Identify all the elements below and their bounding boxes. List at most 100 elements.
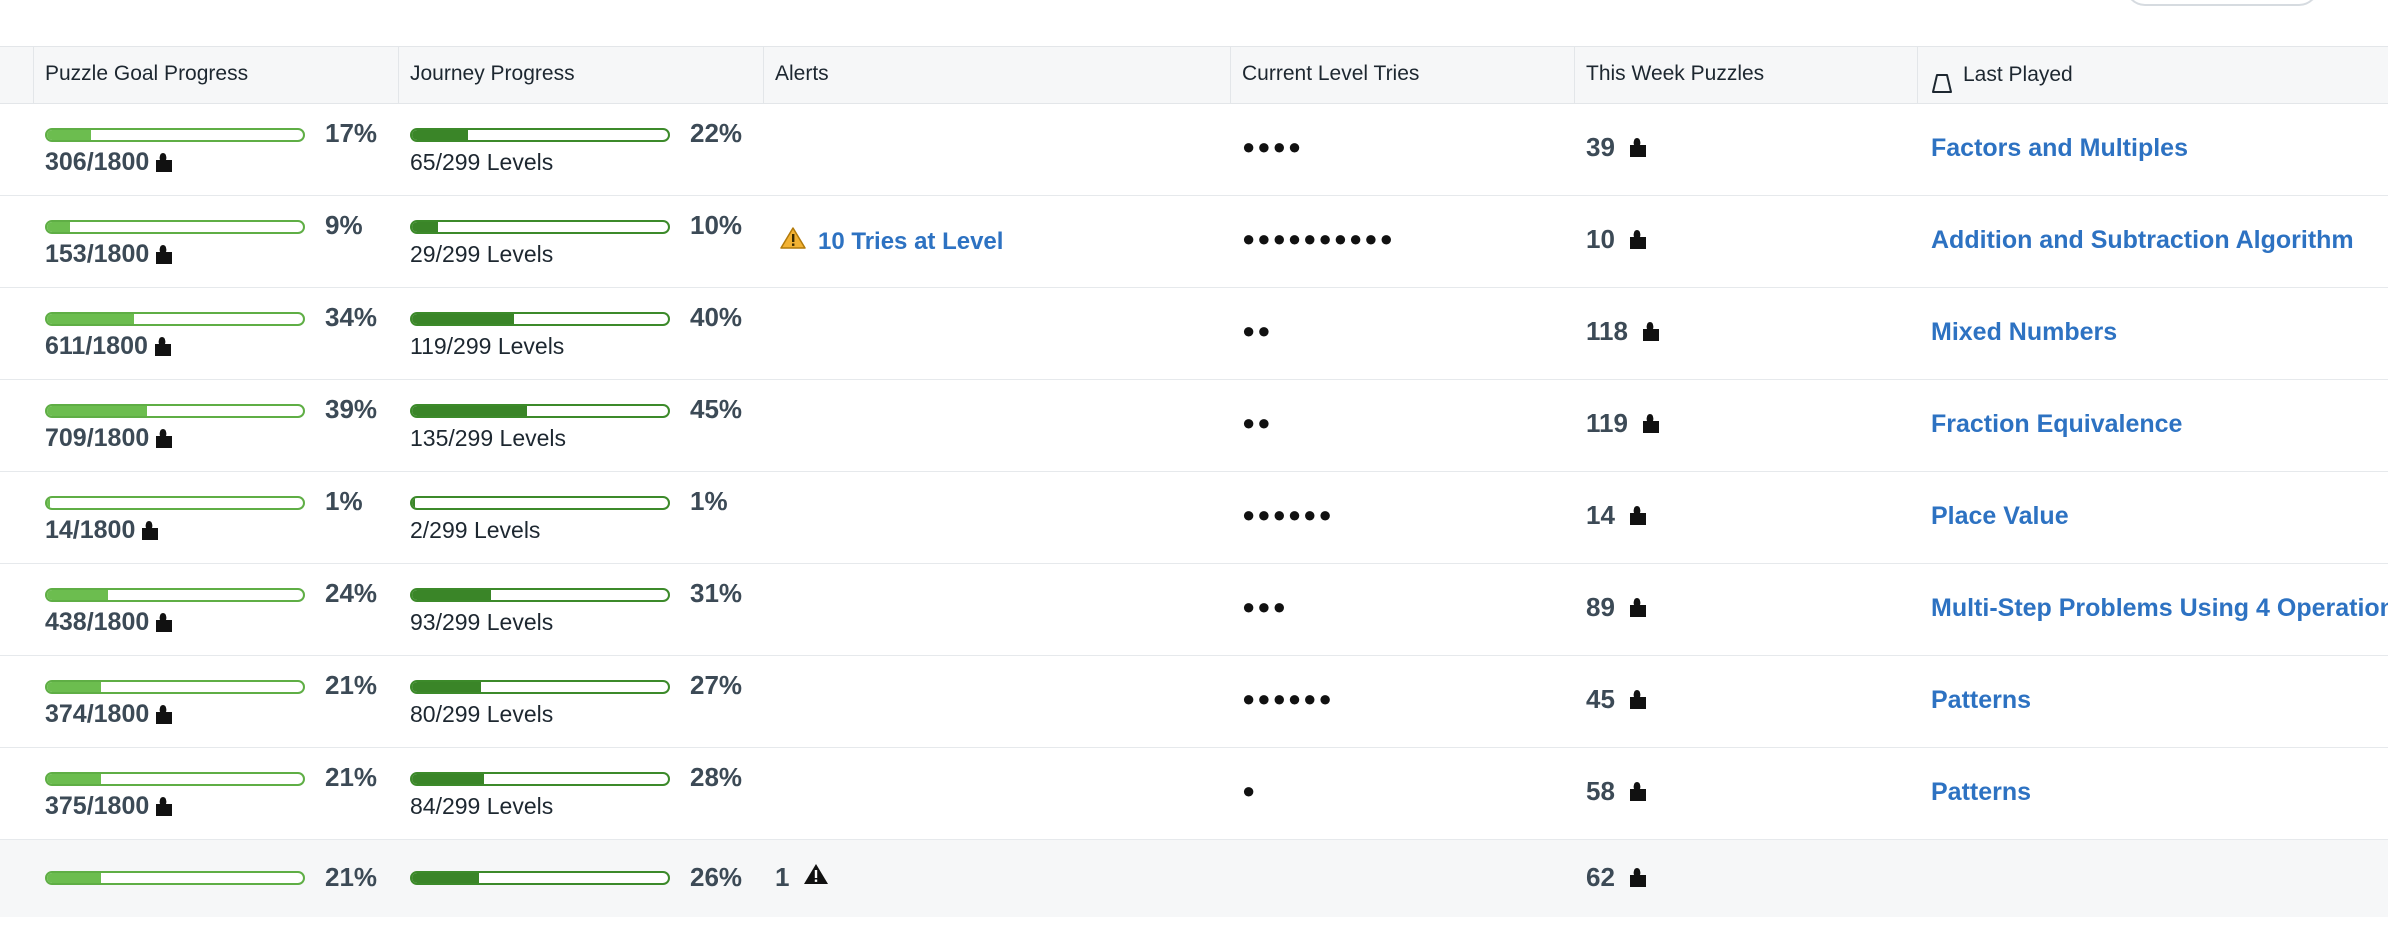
last-played-link[interactable]: Fraction Equivalence bbox=[1931, 410, 2182, 439]
summary-journey-percent: 26% bbox=[690, 862, 743, 892]
table-row[interactable]: 17% 306/1800 22% 65/299 Levels ●●●● 39 Factors… bbox=[0, 104, 2388, 196]
puzzle-goal-percent: 39% bbox=[325, 394, 378, 424]
journey-progress-fill bbox=[412, 130, 469, 140]
table-row[interactable]: 9% 153/1800 10% 29/299 Levels 10 Tries at Le… bbox=[0, 196, 2388, 288]
puzzle-goal-progress-fill bbox=[47, 314, 135, 324]
column-separator bbox=[763, 47, 764, 103]
puzzle-goal-count: 709/1800 bbox=[45, 424, 175, 453]
puzzle-goal-progress-fill bbox=[47, 406, 147, 416]
header-last-played[interactable]: Last Played bbox=[1931, 47, 2073, 103]
puzzle-goal-count: 14/1800 bbox=[45, 516, 161, 545]
journey-progress-bar bbox=[410, 680, 670, 694]
table-row[interactable]: 1% 14/1800 1% 2/299 Levels ●●●●●● 14 Place Val… bbox=[0, 472, 2388, 564]
journey-progress-bar bbox=[410, 220, 670, 234]
journey-progress-bar bbox=[410, 588, 670, 602]
puzzle-piece-icon bbox=[139, 519, 161, 543]
journey-progress-bar bbox=[410, 128, 670, 142]
header-current-level-tries[interactable]: Current Level Tries bbox=[1242, 47, 1419, 103]
last-played-link[interactable]: Addition and Subtraction Algorithm bbox=[1931, 226, 2354, 255]
summary-alerts: 1 bbox=[775, 862, 829, 893]
puzzle-piece-icon bbox=[1627, 780, 1649, 804]
summary-this-week-puzzles: 62 bbox=[1586, 862, 1649, 893]
puzzle-piece-icon bbox=[1627, 504, 1649, 528]
this-week-puzzles: 119 bbox=[1586, 408, 1662, 439]
summary-journey-progress-fill bbox=[412, 873, 479, 883]
puzzle-piece-icon bbox=[1627, 136, 1649, 160]
alert-text[interactable]: 10 Tries at Level bbox=[818, 228, 1003, 256]
puzzle-goal-count-value: 14/1800 bbox=[45, 516, 136, 544]
puzzle-goal-percent: 34% bbox=[325, 302, 378, 332]
journey-percent: 28% bbox=[690, 762, 743, 792]
header-journey-progress[interactable]: Journey Progress bbox=[410, 47, 575, 103]
this-week-puzzles: 10 bbox=[1586, 224, 1649, 255]
table-row[interactable]: 21% 375/1800 28% 84/299 Levels ● 58 Patterns bbox=[0, 748, 2388, 840]
puzzle-goal-count: 438/1800 bbox=[45, 608, 175, 637]
table-row[interactable]: 21% 374/1800 27% 80/299 Levels ●●●●●● 45 Patte… bbox=[0, 656, 2388, 748]
journey-progress-bar bbox=[410, 496, 670, 510]
last-played-link[interactable]: Patterns bbox=[1931, 778, 2031, 807]
summary-goal-percent: 21% bbox=[325, 862, 378, 892]
current-level-tries: ●●●●●●●●●● bbox=[1242, 226, 1395, 251]
journey-levels: 119/299 Levels bbox=[410, 333, 565, 359]
table-body: 17% 306/1800 22% 65/299 Levels ●●●● 39 Factors… bbox=[0, 104, 2388, 917]
journey-levels: 135/299 Levels bbox=[410, 425, 567, 451]
puzzle-goal-progress-bar bbox=[45, 128, 305, 142]
puzzle-goal-percent: 1% bbox=[325, 486, 363, 516]
last-played-link[interactable]: Mixed Numbers bbox=[1931, 318, 2117, 347]
journey-levels: 93/299 Levels bbox=[410, 609, 554, 635]
table-row[interactable]: 34% 611/1800 40% 119/299 Levels ●● 118 Mixed N… bbox=[0, 288, 2388, 380]
puzzle-goal-progress-bar bbox=[45, 312, 305, 326]
journey-percent: 31% bbox=[690, 578, 743, 608]
puzzle-goal-count-value: 438/1800 bbox=[45, 608, 150, 636]
sort-bell-icon[interactable] bbox=[1931, 63, 1953, 93]
puzzle-goal-count-value: 375/1800 bbox=[45, 792, 150, 820]
current-level-tries: ●● bbox=[1242, 318, 1273, 343]
this-week-puzzles-value: 10 bbox=[1586, 224, 1615, 254]
top-control-edge[interactable] bbox=[2125, 0, 2319, 6]
puzzle-goal-progress-bar bbox=[45, 680, 305, 694]
this-week-puzzles: 58 bbox=[1586, 776, 1649, 807]
last-played-link[interactable]: Patterns bbox=[1931, 686, 2031, 715]
header-this-week-puzzles[interactable]: This Week Puzzles bbox=[1586, 47, 1764, 103]
journey-progress-bar bbox=[410, 772, 670, 786]
summary-journey-progress-bar bbox=[410, 871, 670, 885]
puzzle-goal-progress-fill bbox=[47, 222, 71, 232]
this-week-puzzles: 45 bbox=[1586, 684, 1649, 715]
puzzle-piece-icon bbox=[1640, 320, 1662, 344]
puzzle-goal-count-value: 611/1800 bbox=[45, 332, 148, 360]
summary-alerts-count: 1 bbox=[775, 862, 790, 892]
last-played-link[interactable]: Multi-Step Problems Using 4 Operations bbox=[1931, 594, 2388, 623]
this-week-puzzles-value: 89 bbox=[1586, 592, 1615, 622]
header-puzzle-goal-progress[interactable]: Puzzle Goal Progress bbox=[45, 47, 248, 103]
puzzle-piece-icon bbox=[153, 151, 175, 175]
current-level-tries: ●● bbox=[1242, 410, 1273, 435]
table-row[interactable]: 24% 438/1800 31% 93/299 Levels ●●● 89 Multi-St… bbox=[0, 564, 2388, 656]
current-level-tries: ●●● bbox=[1242, 594, 1288, 619]
puzzle-goal-progress-fill bbox=[47, 682, 101, 692]
puzzle-goal-count: 374/1800 bbox=[45, 700, 175, 729]
puzzle-piece-icon bbox=[153, 243, 175, 267]
puzzle-piece-icon bbox=[1640, 412, 1662, 436]
current-level-tries: ●●●● bbox=[1242, 134, 1304, 159]
puzzle-goal-progress-fill bbox=[47, 774, 101, 784]
journey-levels: 65/299 Levels bbox=[410, 149, 554, 175]
puzzle-piece-icon bbox=[1627, 596, 1649, 620]
puzzle-goal-percent: 9% bbox=[325, 210, 363, 240]
puzzle-goal-count-value: 153/1800 bbox=[45, 240, 150, 268]
header-alerts[interactable]: Alerts bbox=[775, 47, 829, 103]
student-progress-table: Puzzle Goal Progress Journey Progress Al… bbox=[0, 46, 2388, 917]
puzzle-goal-percent: 17% bbox=[325, 118, 378, 148]
journey-progress-bar bbox=[410, 312, 670, 326]
this-week-puzzles-value: 118 bbox=[1586, 316, 1628, 346]
last-played-link[interactable]: Place Value bbox=[1931, 502, 2069, 531]
current-level-tries: ●●●●●● bbox=[1242, 686, 1334, 711]
table-header: Puzzle Goal Progress Journey Progress Al… bbox=[0, 46, 2388, 104]
puzzle-goal-progress-bar bbox=[45, 404, 305, 418]
warning-triangle-icon bbox=[803, 862, 829, 893]
alert-link[interactable]: 10 Tries at Level bbox=[780, 226, 1003, 257]
last-played-link[interactable]: Factors and Multiples bbox=[1931, 134, 2188, 163]
puzzle-goal-percent: 24% bbox=[325, 578, 378, 608]
puzzle-piece-icon bbox=[153, 611, 175, 635]
column-separator bbox=[33, 47, 34, 103]
table-row[interactable]: 39% 709/1800 45% 135/299 Levels ●● 119 Fractio… bbox=[0, 380, 2388, 472]
